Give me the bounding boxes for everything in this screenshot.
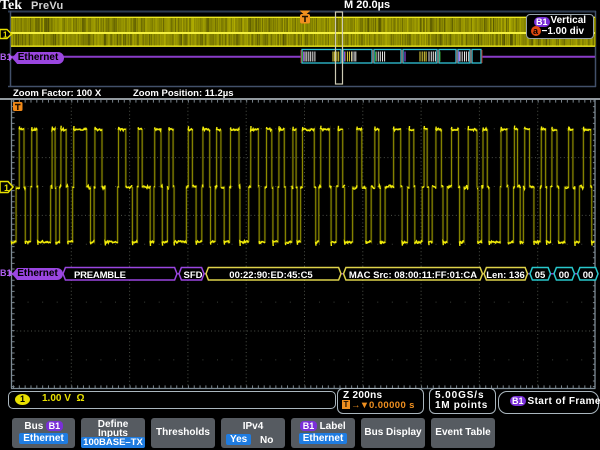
svg-text:1: 1 <box>3 31 8 40</box>
svg-text:1: 1 <box>4 183 9 193</box>
